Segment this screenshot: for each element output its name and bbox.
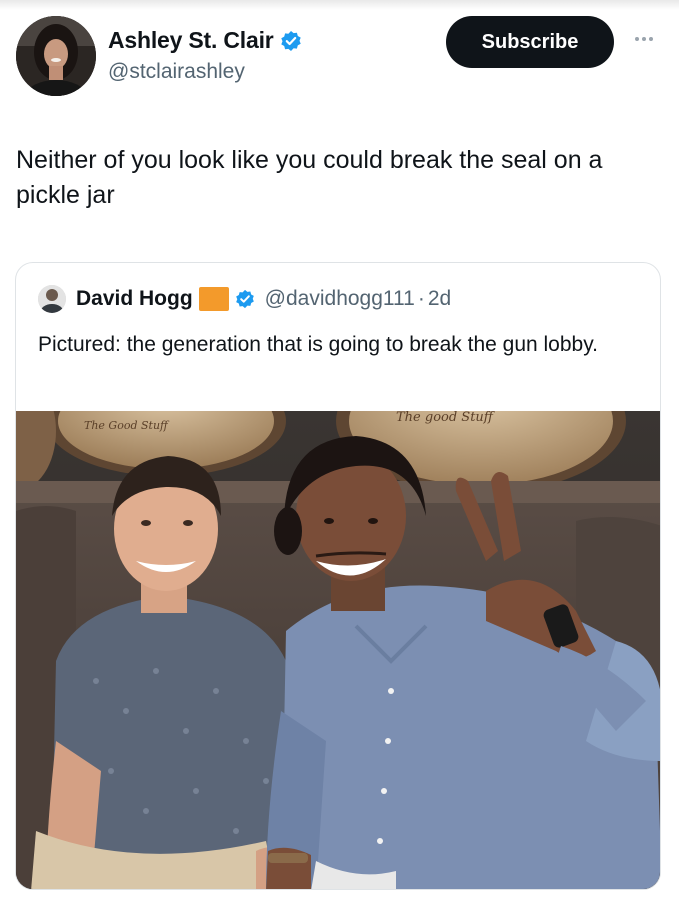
- verified-badge-icon: [280, 30, 302, 52]
- top-edge: [0, 0, 679, 10]
- tweet-text: Neither of you look like you could break…: [16, 146, 603, 209]
- orange-square-icon: [198, 287, 229, 311]
- barrel-text-left: The Good Stuff: [84, 419, 170, 432]
- verified-badge-icon: [235, 289, 255, 309]
- quoted-tweet-header: David Hogg @davidhogg111 · 2d: [38, 285, 451, 313]
- author-display-name[interactable]: Ashley St. Clair: [108, 27, 274, 54]
- more-horizontal-icon[interactable]: [628, 32, 660, 46]
- author-avatar[interactable]: [16, 16, 96, 96]
- tweet-header: Ashley St. Clair @stclairashley Subscrib…: [16, 16, 666, 100]
- author-handle[interactable]: @stclairashley: [108, 60, 302, 84]
- quoted-tweet-photo[interactable]: The Good Stuff The good Stuff: [16, 411, 660, 889]
- quoted-author-handle[interactable]: @davidhogg111 · 2d: [265, 287, 452, 311]
- quoted-tweet-age: 2d: [427, 287, 452, 310]
- avatar-image: [16, 16, 96, 96]
- quoted-tweet-text: Pictured: the generation that is going t…: [38, 333, 598, 356]
- quoted-author-display-name[interactable]: David Hogg: [76, 287, 193, 311]
- subscribe-button[interactable]: Subscribe: [446, 16, 614, 68]
- quoted-tweet-card[interactable]: David Hogg @davidhogg111 · 2d Pictured: th…: [15, 262, 661, 890]
- photo-image: The Good Stuff The good Stuff: [16, 411, 660, 889]
- quoted-author-avatar[interactable]: [38, 285, 66, 313]
- author-info: Ashley St. Clair @stclairashley: [108, 27, 302, 84]
- barrel-text-right: The good Stuff: [396, 411, 496, 425]
